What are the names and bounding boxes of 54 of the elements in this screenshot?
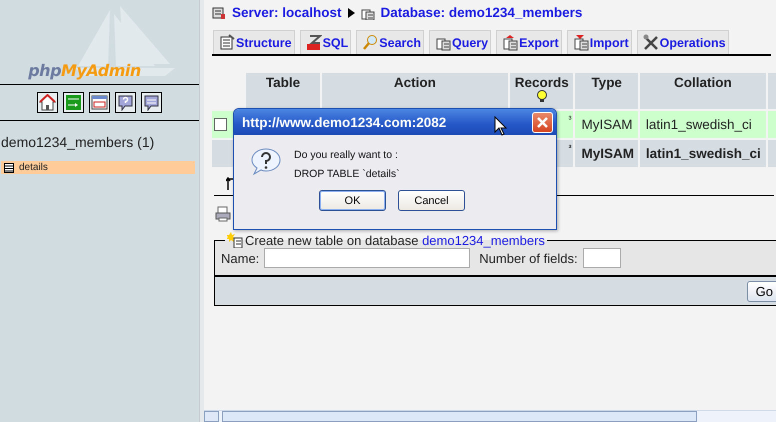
database-link[interactable]: Database: demo1234_members <box>380 5 582 20</box>
legend-text: Create new table on database demo1234_members <box>245 232 545 248</box>
tab[interactable]: Query <box>428 30 492 54</box>
table-icon <box>4 162 14 172</box>
export-icon <box>502 34 518 51</box>
name-field[interactable] <box>264 248 470 268</box>
fields-count-field[interactable] <box>582 248 621 268</box>
cancel-button[interactable]: Cancel <box>398 190 465 211</box>
fields-label: Number of fields: <box>479 250 578 266</box>
table-cell: MyISAM <box>575 140 638 167</box>
column-header: Collation <box>640 73 766 109</box>
database-name[interactable]: demo1234_members (1) <box>1 134 199 150</box>
ok-button[interactable]: OK <box>319 190 386 211</box>
home-icon[interactable] <box>37 92 58 113</box>
go-button[interactable]: Go <box>746 280 776 302</box>
dialog-title: http://www.demo1234.com:2082 <box>242 114 446 130</box>
lightbulb-icon <box>536 90 548 102</box>
logo: phpMyAdmin <box>28 61 141 80</box>
exit-icon[interactable] <box>63 92 84 113</box>
server-link[interactable]: Server: localhost <box>232 5 342 20</box>
new-table-icon <box>227 232 243 248</box>
tab[interactable]: Import <box>566 30 632 54</box>
sidebar-item[interactable]: details <box>1 161 195 174</box>
column-header: Action <box>322 73 508 109</box>
tab[interactable]: Operations <box>636 30 729 54</box>
search-icon <box>362 34 378 51</box>
horizontal-scrollbar[interactable] <box>204 410 776 422</box>
tab[interactable]: Structure <box>213 30 295 54</box>
import-icon <box>572 34 589 51</box>
dialog-message: DROP TABLE `details` <box>294 168 400 180</box>
help-icon[interactable] <box>115 92 136 113</box>
table-name[interactable]: details <box>19 162 48 173</box>
tab[interactable]: Search <box>356 30 424 54</box>
close-button[interactable] <box>532 112 553 132</box>
close-icon <box>537 116 548 128</box>
operations-icon <box>642 34 659 51</box>
name-label: Name: <box>221 250 260 266</box>
tab[interactable]: Export <box>496 30 562 54</box>
checkbox[interactable] <box>214 118 227 131</box>
structure-icon <box>219 34 235 51</box>
server-icon <box>212 6 226 20</box>
table-cell: latin1_swedish_ci <box>640 140 766 167</box>
column-header: Table <box>246 73 320 109</box>
column-header: Records <box>510 73 574 109</box>
arrow-right-icon <box>348 8 355 18</box>
sql-icon <box>306 34 322 51</box>
column-header: Type <box>575 73 638 109</box>
printer-icon[interactable] <box>215 206 231 222</box>
tab[interactable]: SQL <box>300 30 352 54</box>
dialog-message: Do you really want to : <box>294 149 399 161</box>
table-cell: latin1_swedish_ci <box>640 111 766 138</box>
mouse-cursor-icon <box>494 116 508 136</box>
table-cell: MyISAM <box>575 111 638 138</box>
database-link[interactable]: demo1234_members <box>422 232 545 248</box>
